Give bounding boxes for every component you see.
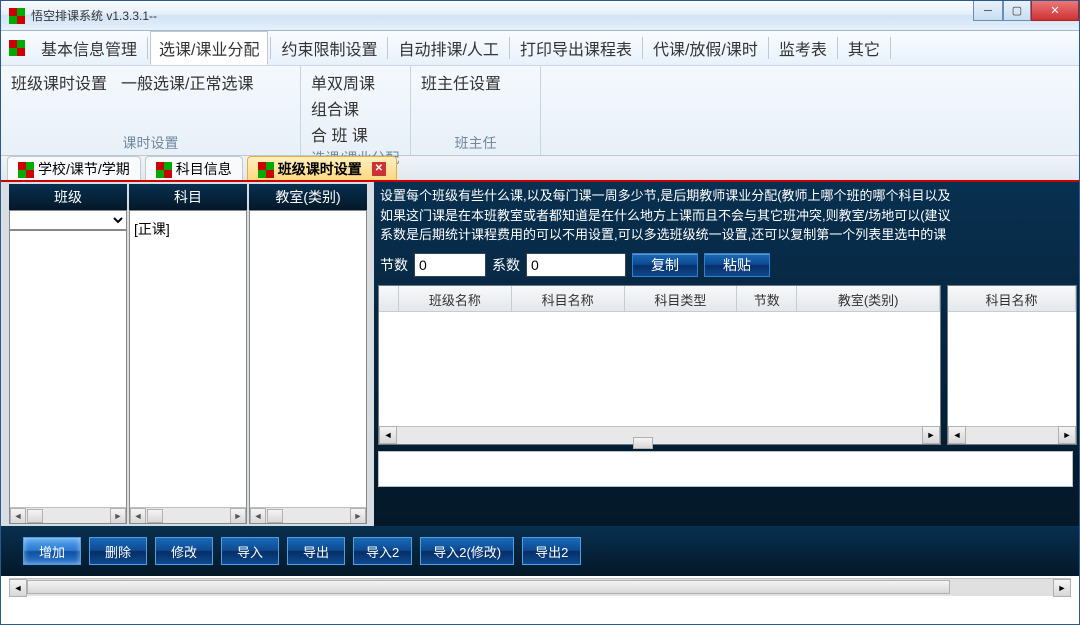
edit-button[interactable]: 修改 (155, 537, 213, 565)
tool-merge-class[interactable]: 合 班 课 (311, 122, 400, 146)
workarea: 班级 ◄► 科目 [正课] ◄► 教室(类别) ◄► (1, 182, 1079, 526)
grid-col[interactable]: 班级名称 (399, 286, 512, 311)
menu-print-export[interactable]: 打印导出课程表 (512, 32, 640, 64)
col-subject-header: 科目 (129, 184, 247, 210)
grid-col[interactable]: 教室(类别) (797, 286, 940, 311)
class-list[interactable]: ◄► (9, 230, 127, 524)
scrollbar[interactable]: ◄► (130, 507, 246, 523)
list-item[interactable]: [正课] (132, 213, 244, 245)
class-combo[interactable] (9, 210, 127, 230)
menu-exam[interactable]: 监考表 (771, 32, 835, 64)
menu-basic-info[interactable]: 基本信息管理 (33, 32, 145, 64)
tab-subject[interactable]: 科目信息 (145, 156, 243, 180)
main-window: 悟空排课系统 v1.3.3.1-- ─ ▢ ✕ 基本信息管理 选课/课业分配 约… (0, 0, 1080, 625)
col-room-header: 教室(类别) (249, 184, 367, 210)
tab-close-icon[interactable]: ✕ (372, 162, 386, 176)
delete-button[interactable]: 删除 (89, 537, 147, 565)
tool-combine[interactable]: 组合课 (311, 96, 400, 120)
tab-label: 学校/课节/学期 (38, 159, 130, 179)
left-panel: 班级 ◄► 科目 [正课] ◄► 教室(类别) ◄► (1, 182, 374, 526)
status-area (378, 451, 1073, 487)
action-bar: 增加 删除 修改 导入 导出 导入2 导入2(修改) 导出2 (1, 526, 1079, 576)
app-icon (9, 8, 25, 24)
import2-mod-button[interactable]: 导入2(修改) (420, 537, 514, 565)
export-button[interactable]: 导出 (287, 537, 345, 565)
grid-col[interactable]: 节数 (737, 286, 797, 311)
toolbar-group-assign: 单双周课 组合课 合 班 课 选课/课业分配 (301, 66, 411, 155)
ribbon-toolbar: 班级课时设置 一般选课/正常选课 课时设置 单双周课 组合课 合 班 课 选课/… (1, 66, 1079, 156)
jieshu-label: 节数 (380, 255, 408, 275)
tool-oddeven[interactable]: 单双周课 (311, 70, 400, 94)
add-button[interactable]: 增加 (23, 537, 81, 565)
toolbar-group-period: 班级课时设置 一般选课/正常选课 课时设置 (1, 66, 301, 155)
menu-constraint[interactable]: 约束限制设置 (273, 32, 385, 64)
grid-scrollbar[interactable]: ◄► (948, 426, 1076, 444)
main-hscrollbar[interactable]: ◄► (9, 578, 1071, 596)
toolbar-caption-head: 班主任 (421, 131, 530, 153)
import-button[interactable]: 导入 (221, 537, 279, 565)
grid-body[interactable] (379, 312, 940, 426)
tool-head-teacher[interactable]: 班主任设置 (421, 70, 530, 94)
tab-school[interactable]: 学校/课节/学期 (7, 156, 141, 180)
tool-class-period[interactable]: 班级课时设置 (11, 70, 107, 94)
tab-icon (156, 162, 170, 176)
grid-col[interactable]: 科目类型 (625, 286, 738, 311)
col-class-header: 班级 (9, 184, 127, 210)
room-list[interactable]: ◄► (249, 210, 367, 524)
menu-other[interactable]: 其它 (840, 32, 888, 64)
tab-icon (18, 162, 32, 176)
subject-list[interactable]: [正课] ◄► (129, 210, 247, 524)
tool-normal-select[interactable]: 一般选课/正常选课 (121, 70, 253, 94)
maximize-button[interactable]: ▢ (1003, 1, 1031, 21)
right-panel: 设置每个班级有些什么课,以及每门课一周多少节,是后期教师课业分配(教师上哪个班的… (374, 182, 1079, 526)
tab-label: 班级课时设置 (278, 159, 362, 179)
import2-button[interactable]: 导入2 (353, 537, 412, 565)
toolbar-caption-period: 课时设置 (11, 131, 290, 153)
tab-class-period[interactable]: 班级课时设置 ✕ (247, 156, 397, 180)
grid-scrollbar[interactable]: ◄► (379, 426, 940, 444)
minimize-button[interactable]: ─ (973, 1, 1003, 21)
close-button[interactable]: ✕ (1031, 1, 1079, 21)
export2-button[interactable]: 导出2 (522, 537, 581, 565)
grid-body[interactable] (948, 312, 1076, 426)
grid-col[interactable]: 科目名称 (948, 286, 1076, 311)
menubar: 基本信息管理 选课/课业分配 约束限制设置 自动排课/人工 打印导出课程表 代课… (1, 31, 1079, 66)
menu-substitute[interactable]: 代课/放假/课时 (645, 32, 766, 64)
description-text: 设置每个班级有些什么课,以及每门课一周多少节,是后期教师课业分配(教师上哪个班的… (374, 182, 1077, 249)
scrollbar[interactable]: ◄► (250, 507, 366, 523)
titlebar[interactable]: 悟空排课系统 v1.3.3.1-- ─ ▢ ✕ (1, 1, 1079, 31)
menu-auto-schedule[interactable]: 自动排课/人工 (390, 32, 506, 64)
window-title: 悟空排课系统 v1.3.3.1-- (31, 7, 157, 24)
menu-course-assign[interactable]: 选课/课业分配 (150, 31, 268, 65)
side-grid[interactable]: 科目名称 ◄► (947, 285, 1077, 445)
toolbar-group-head: 班主任设置 班主任 (411, 66, 541, 155)
xishu-input[interactable] (526, 253, 626, 277)
xishu-label: 系数 (492, 255, 520, 275)
main-grid[interactable]: 班级名称 科目名称 科目类型 节数 教室(类别) ◄► (378, 285, 941, 445)
tab-label: 科目信息 (176, 159, 232, 179)
tab-icon (258, 162, 272, 176)
jieshu-input[interactable] (414, 253, 486, 277)
tabstrip: 学校/课节/学期 科目信息 班级课时设置 ✕ (1, 156, 1079, 182)
paste-button[interactable]: 粘贴 (704, 253, 770, 277)
grid-col[interactable]: 科目名称 (512, 286, 625, 311)
menu-icon (9, 40, 25, 56)
copy-button[interactable]: 复制 (632, 253, 698, 277)
scrollbar[interactable]: ◄► (10, 507, 126, 523)
